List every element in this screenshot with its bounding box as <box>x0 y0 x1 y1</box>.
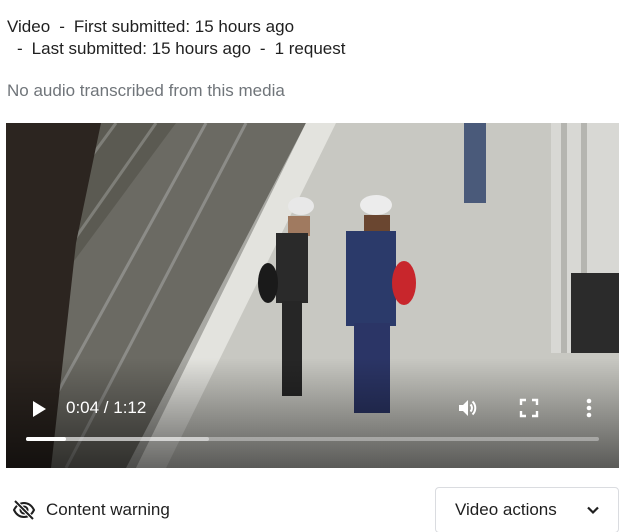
volume-button[interactable] <box>456 396 480 420</box>
play-button[interactable] <box>30 399 48 419</box>
video-actions-button[interactable]: Video actions <box>435 487 619 532</box>
submission-line-1: Video - First submitted: 15 hours ago <box>7 16 345 38</box>
play-icon <box>33 401 46 417</box>
volume-icon <box>459 400 477 416</box>
first-submitted: First submitted: 15 hours ago <box>73 17 295 36</box>
submission-line-2: - Last submitted: 15 hours ago -1 request <box>7 38 345 60</box>
video-player[interactable]: 0:04 / 1:12 <box>6 123 619 468</box>
video-actions-label: Video actions <box>455 500 557 519</box>
media-type: Video <box>7 17 51 36</box>
separator: - <box>17 39 23 58</box>
more-options-button[interactable] <box>579 396 599 420</box>
chevron-down-icon <box>587 506 599 515</box>
separator: - <box>59 17 65 36</box>
content-warning-label: Content warning <box>46 500 170 519</box>
request-count: 1 request <box>274 39 346 58</box>
submission-meta: Video - First submitted: 15 hours ago - Las… <box>7 16 345 60</box>
fullscreen-icon <box>519 398 539 418</box>
more-vert-icon <box>586 398 592 418</box>
visibility-off-icon <box>12 499 36 521</box>
fullscreen-button[interactable] <box>518 397 540 419</box>
progress-played <box>26 437 67 441</box>
content-warning-toggle[interactable]: Content warning <box>12 498 170 522</box>
progress-bar[interactable] <box>26 437 599 441</box>
transcript-status: No audio transcribed from this media <box>7 81 285 100</box>
last-submitted: Last submitted: 15 hours ago <box>31 39 251 58</box>
separator: - <box>259 39 266 58</box>
time-display: 0:04 / 1:12 <box>66 398 147 417</box>
